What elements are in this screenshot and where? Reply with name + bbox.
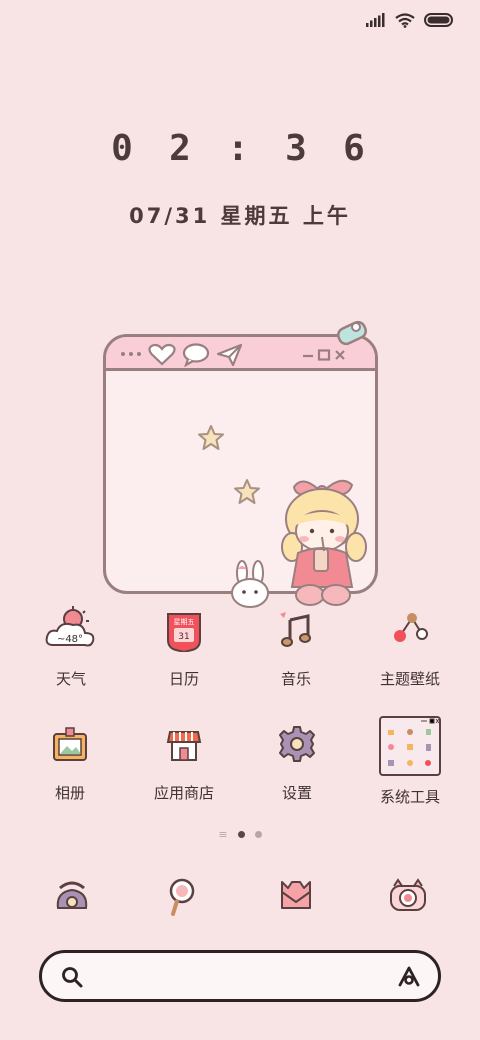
chat-bubble-icon	[182, 343, 210, 367]
svg-text:~48°: ~48°	[57, 634, 83, 645]
clock-minute-ones: 6	[343, 128, 369, 169]
photo-album-icon	[40, 716, 100, 772]
date-label: 07/31 星期五 上午	[129, 204, 351, 228]
maximize-icon	[317, 349, 331, 361]
app-store-icon	[154, 716, 214, 772]
dock	[0, 868, 480, 924]
phone-icon[interactable]	[42, 868, 102, 924]
clock-hour-ones: 2	[169, 128, 195, 169]
tape-clip-icon	[336, 320, 368, 346]
app-label: 应用商店	[153, 784, 214, 802]
music-note-icon	[266, 602, 326, 658]
search-bar[interactable]	[39, 950, 441, 1002]
app-photo-album[interactable]: 相册	[10, 716, 130, 803]
clock-separator: :	[227, 128, 253, 169]
app-label: 相册	[54, 784, 85, 802]
page-dot	[254, 831, 262, 838]
app-label: 日历	[168, 670, 199, 688]
app-theme-wallpaper[interactable]: 主题壁纸	[350, 602, 470, 689]
signal-bars-icon	[366, 13, 385, 27]
svg-text:31: 31	[178, 632, 189, 642]
app-label: 天气	[55, 670, 86, 688]
search-input[interactable]	[98, 963, 378, 989]
status-bar	[366, 10, 454, 30]
settings-gear-icon	[267, 716, 327, 772]
close-icon	[335, 350, 345, 360]
app-label: 音乐	[280, 670, 311, 688]
star-icon	[234, 479, 260, 504]
page-dot-active	[237, 831, 245, 838]
svg-text:星期五: 星期五	[174, 618, 195, 626]
theme-wallpaper-icon	[380, 602, 440, 658]
messages-envelope-icon[interactable]	[266, 868, 326, 924]
app-system-tools-folder[interactable]: 系统工具	[350, 716, 470, 807]
app-label: 主题壁纸	[379, 670, 440, 688]
wifi-icon	[395, 12, 415, 28]
app-calendar[interactable]: 星期五 31 日历	[124, 602, 244, 689]
dots-icon	[121, 352, 141, 356]
camera-icon[interactable]	[378, 868, 438, 924]
paper-plane-icon	[216, 343, 243, 367]
app-label: 设置	[281, 784, 312, 802]
clock-hour-tens: 0	[111, 128, 137, 169]
page-indicator-lines: ≡	[218, 828, 228, 841]
lock-clock: 02:36	[0, 128, 480, 169]
assistant-icon[interactable]	[396, 965, 422, 989]
search-icon	[62, 967, 83, 988]
weather-icon: ~48°	[41, 602, 101, 658]
clock-minute-tens: 3	[285, 128, 311, 169]
heart-icon	[148, 343, 176, 366]
app-store[interactable]: 应用商店	[124, 716, 244, 803]
app-music[interactable]: 音乐	[236, 602, 356, 689]
calendar-icon: 星期五 31	[154, 602, 214, 658]
decorative-window-widget[interactable]	[103, 320, 378, 608]
page-indicator[interactable]: ≡	[0, 828, 480, 841]
browser-magnifier-icon[interactable]	[152, 868, 212, 924]
star-icon	[198, 425, 224, 450]
app-weather[interactable]: ~48° 天气	[11, 602, 131, 689]
app-label: 系统工具	[379, 788, 440, 806]
girl-character-illustration	[281, 479, 367, 606]
system-tools-folder-icon	[379, 716, 441, 776]
battery-icon	[424, 13, 453, 27]
app-settings[interactable]: 设置	[237, 716, 357, 803]
